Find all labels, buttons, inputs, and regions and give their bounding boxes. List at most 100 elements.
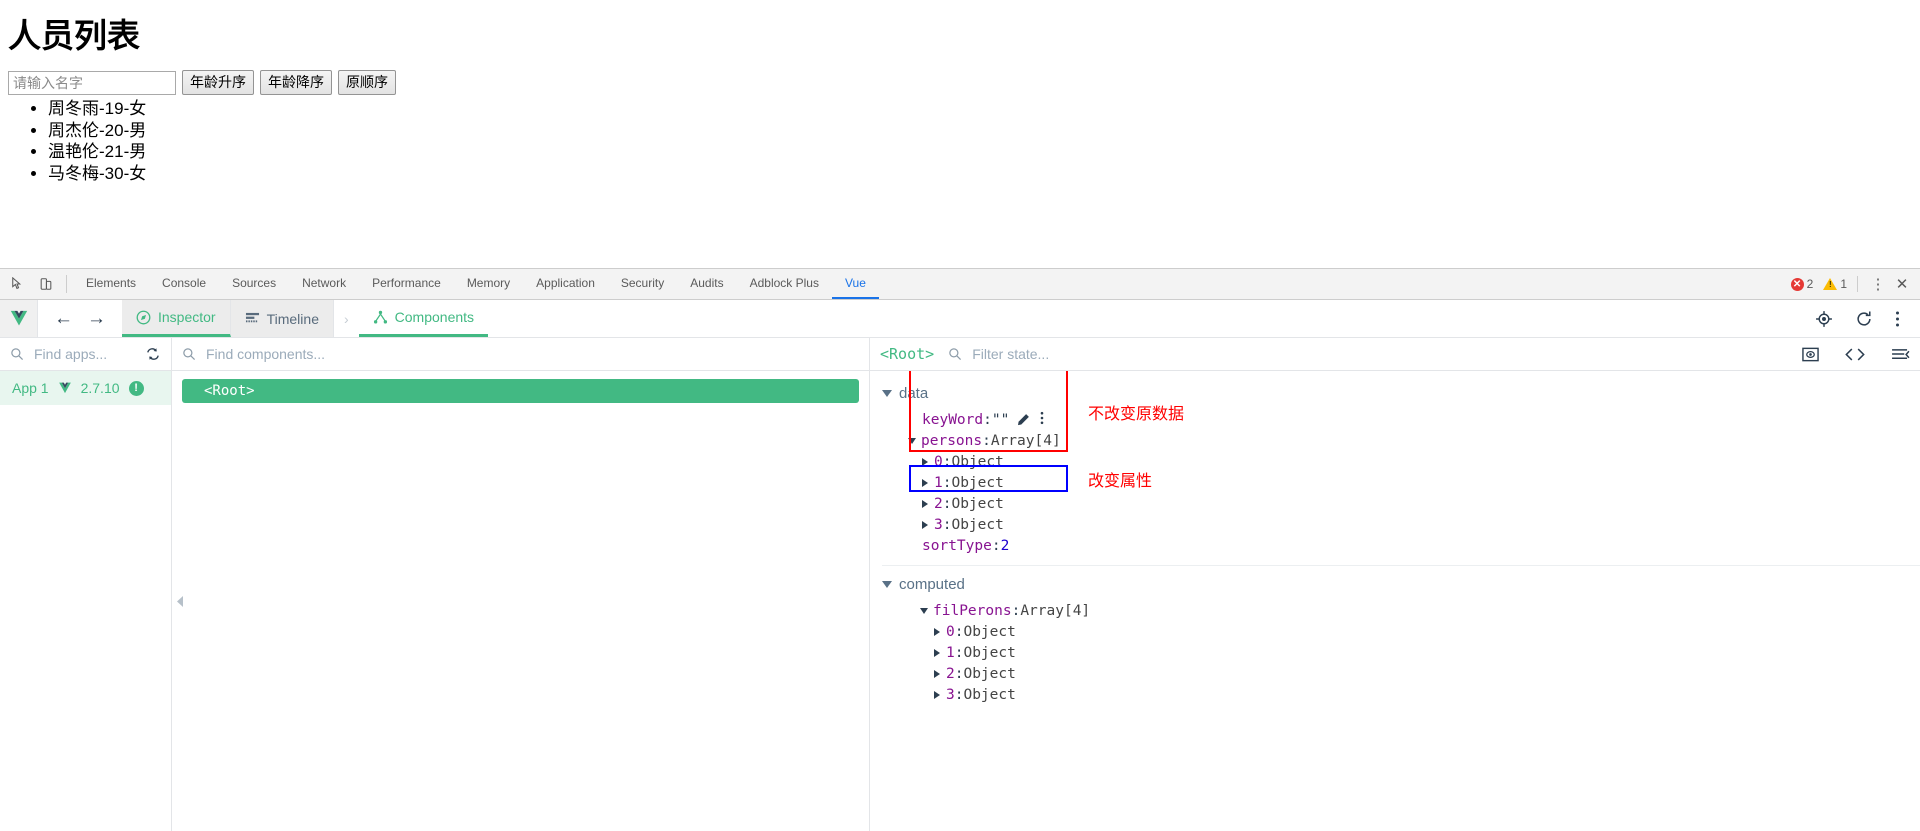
tab-sources[interactable]: Sources [219, 269, 289, 299]
state-sep: : [942, 453, 952, 470]
state-sep: : [983, 411, 992, 428]
refresh-apps-icon[interactable] [145, 346, 161, 362]
web-page-content: 人员列表 年龄升序 年龄降序 原顺序 周冬雨-19-女 周杰伦-20-男 温艳伦… [0, 0, 1920, 268]
state-key: 3 [946, 686, 955, 703]
chevron-right-icon[interactable] [922, 457, 928, 466]
open-in-editor-icon[interactable] [1845, 347, 1865, 362]
error-badge[interactable]: ✕ 2 [1790, 277, 1813, 291]
vue-logo-icon[interactable] [0, 300, 38, 337]
components-label: Components [394, 309, 475, 325]
forward-button[interactable]: → [87, 309, 106, 328]
sort-age-desc-button[interactable]: 年龄降序 [260, 70, 332, 95]
state-key: persons [921, 432, 983, 449]
chevron-right-icon[interactable] [934, 627, 940, 636]
find-apps-input[interactable] [32, 345, 137, 363]
warning-badge[interactable]: 1 [1823, 277, 1847, 291]
state-sep: : [954, 686, 964, 703]
sort-age-asc-button[interactable]: 年龄升序 [182, 70, 254, 95]
devtools-tabbar-right: ✕ 2 1 ⋮ ✕ [1790, 269, 1920, 299]
tab-console[interactable]: Console [149, 269, 219, 299]
state-entry-filperons[interactable]: filPerons : Array[4] [908, 600, 1920, 621]
app-alert-icon[interactable]: ! [128, 380, 144, 396]
components-button[interactable]: Components [358, 300, 489, 337]
chevron-right-icon[interactable] [934, 690, 940, 699]
tab-performance[interactable]: Performance [359, 269, 454, 299]
inspect-dom-icon[interactable] [1802, 346, 1819, 363]
state-breadcrumb[interactable]: <Root> [880, 345, 934, 363]
state-value: Object [951, 516, 1004, 533]
state-entry-child[interactable]: 3 : Object [922, 514, 1920, 535]
state-sep: : [991, 537, 1001, 554]
state-entry-child[interactable]: 2 : Object [934, 663, 1920, 684]
tab-network[interactable]: Network [289, 269, 359, 299]
find-apps-row [0, 338, 171, 371]
collapse-all-icon[interactable] [1891, 347, 1910, 362]
inspector-button[interactable]: Inspector [122, 300, 231, 337]
state-group-data[interactable]: data [882, 381, 1920, 406]
page-title: 人员列表 [8, 17, 140, 54]
warning-icon [1823, 278, 1838, 290]
chevron-right-icon[interactable] [922, 499, 928, 508]
devtools-more-button[interactable]: ⋮ [1868, 274, 1888, 294]
inspect-element-icon[interactable] [8, 274, 28, 294]
panel-collapse-handle[interactable] [174, 588, 186, 614]
state-entry-child[interactable]: 3 : Object [934, 684, 1920, 705]
state-key: 0 [946, 623, 955, 640]
search-input[interactable] [8, 70, 176, 95]
state-entry-keyword[interactable]: keyWord : "" [908, 409, 1920, 430]
state-entry-persons[interactable]: persons : Array[4] [908, 430, 1920, 451]
tab-memory[interactable]: Memory [454, 269, 523, 299]
state-value: Object [963, 623, 1016, 640]
controls-row: 年龄升序 年龄降序 原顺序 [8, 70, 396, 95]
state-entry-child[interactable]: 1 : Object [934, 642, 1920, 663]
state-entry-child[interactable]: 2 : Object [922, 493, 1920, 514]
component-tree: <Root> [172, 371, 869, 831]
app-list-item[interactable]: App 1 2.7.10 ! [0, 371, 171, 405]
chevron-right-icon[interactable] [934, 648, 940, 657]
filter-state-input[interactable] [970, 345, 1794, 363]
tab-vue[interactable]: Vue [831, 269, 879, 299]
state-entry-more-icon[interactable] [1040, 411, 1044, 429]
sort-original-button[interactable]: 原顺序 [338, 70, 396, 95]
state-entry-sorttype[interactable]: sortType : 2 [908, 535, 1920, 556]
find-components-input[interactable] [204, 345, 859, 363]
state-value: 2 [1000, 537, 1010, 554]
state-entry-child[interactable]: 1 : Object [922, 472, 1920, 493]
close-icon[interactable]: ✕ [1892, 274, 1912, 294]
toggle-device-toolbar-icon[interactable] [36, 274, 56, 294]
tab-audits[interactable]: Audits [677, 269, 736, 299]
state-sep: : [942, 495, 952, 512]
state-value: Object [951, 495, 1004, 512]
vue-more-icon[interactable] [1895, 310, 1900, 328]
tab-security[interactable]: Security [608, 269, 677, 299]
state-key: 1 [946, 644, 955, 661]
state-entry-child[interactable]: 0 : Object [934, 621, 1920, 642]
select-target-icon[interactable] [1815, 310, 1833, 328]
state-group-computed[interactable]: computed [882, 572, 1920, 597]
chevron-down-icon[interactable] [908, 437, 916, 444]
chevron-right-icon[interactable] [922, 478, 928, 487]
state-key: 2 [946, 665, 955, 682]
component-tree-root-node[interactable]: <Root> [182, 379, 859, 403]
state-group-computed-entries: filPerons : Array[4] 0 : Object 1: Obje… [882, 600, 1920, 705]
state-key: sortType [922, 537, 992, 554]
vue-nav-arrows: ← → [38, 300, 122, 337]
chevron-right-icon[interactable] [934, 669, 940, 678]
persons-children: 0 : Object 1 : Object 2: Object 3: Obj… [908, 451, 1920, 535]
tab-elements[interactable]: Elements [73, 269, 149, 299]
tab-adblock-plus[interactable]: Adblock Plus [737, 269, 832, 299]
tab-application[interactable]: Application [523, 269, 608, 299]
app-name: App 1 [12, 380, 49, 396]
state-entry-child[interactable]: 0 : Object [922, 451, 1920, 472]
timeline-button[interactable]: Timeline [230, 300, 334, 337]
state-value: Object [963, 644, 1016, 661]
back-button[interactable]: ← [54, 309, 73, 328]
state-panel: <Root> data [870, 338, 1920, 831]
state-sep: : [982, 432, 991, 449]
state-key: filPerons [933, 602, 1012, 619]
chevron-right-icon[interactable] [922, 520, 928, 529]
chevron-down-icon[interactable] [920, 607, 928, 614]
refresh-icon[interactable] [1855, 310, 1873, 328]
edit-icon[interactable] [1017, 413, 1030, 426]
vue-toolbar: ← → Inspector Timeline › Components [0, 300, 1920, 338]
